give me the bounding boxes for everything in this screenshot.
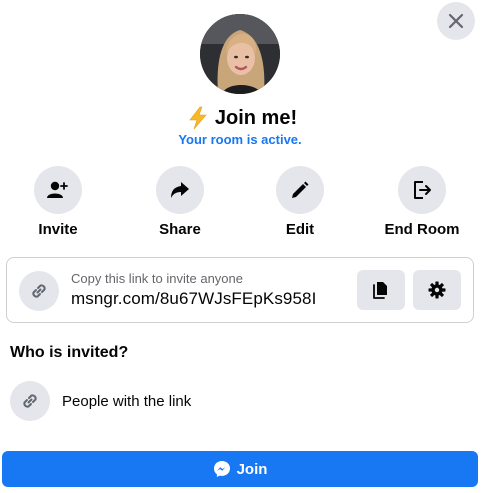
- messenger-icon: [213, 461, 230, 477]
- lightning-bolt-icon: [189, 106, 207, 130]
- people-link-icon-circle: [10, 381, 50, 421]
- close-icon: [448, 13, 464, 29]
- room-title: Join me!: [214, 106, 298, 129]
- invite-button[interactable]: Invite: [8, 166, 108, 238]
- people-with-link-label: People with the link: [62, 392, 192, 410]
- link-icon: [23, 394, 37, 408]
- copy-icon: [373, 282, 387, 299]
- invite-link-card: Copy this link to invite anyone msngr.co…: [6, 257, 474, 323]
- end-room-icon-circle: [398, 166, 446, 214]
- share-label: Share: [159, 221, 201, 238]
- join-button[interactable]: Join: [2, 451, 478, 487]
- edit-button[interactable]: Edit: [250, 166, 350, 238]
- people-with-link-option[interactable]: People with the link: [10, 381, 191, 421]
- link-hint: Copy this link to invite anyone: [71, 271, 243, 286]
- end-room-button[interactable]: End Room: [372, 166, 472, 238]
- share-button[interactable]: Share: [130, 166, 230, 238]
- invite-link-url[interactable]: msngr.com/8u67WJsFEpKs958I: [71, 289, 316, 309]
- edit-icon-circle: [276, 166, 324, 214]
- share-arrow-icon: [171, 182, 189, 198]
- link-settings-button[interactable]: [413, 270, 461, 310]
- end-room-label: End Room: [384, 221, 460, 238]
- invite-icon-circle: [34, 166, 82, 214]
- exit-icon: [414, 181, 431, 199]
- who-is-invited-heading: Who is invited?: [10, 344, 129, 361]
- link-icon-circle: [19, 271, 59, 311]
- edit-label: Edit: [285, 221, 315, 238]
- pencil-icon: [292, 181, 309, 198]
- invite-label: Invite: [38, 221, 78, 238]
- room-status: Your room is active.: [178, 132, 302, 147]
- room-title-row: Join me!: [0, 104, 484, 132]
- avatar: [200, 14, 280, 94]
- join-label: Join: [236, 460, 268, 478]
- share-icon-circle: [156, 166, 204, 214]
- gear-icon: [428, 281, 446, 299]
- copy-link-button[interactable]: [357, 270, 405, 310]
- add-person-icon: [47, 181, 68, 198]
- link-icon: [32, 284, 46, 298]
- room-actions: Invite Share Edit End Room: [0, 166, 484, 238]
- close-button[interactable]: [437, 2, 475, 40]
